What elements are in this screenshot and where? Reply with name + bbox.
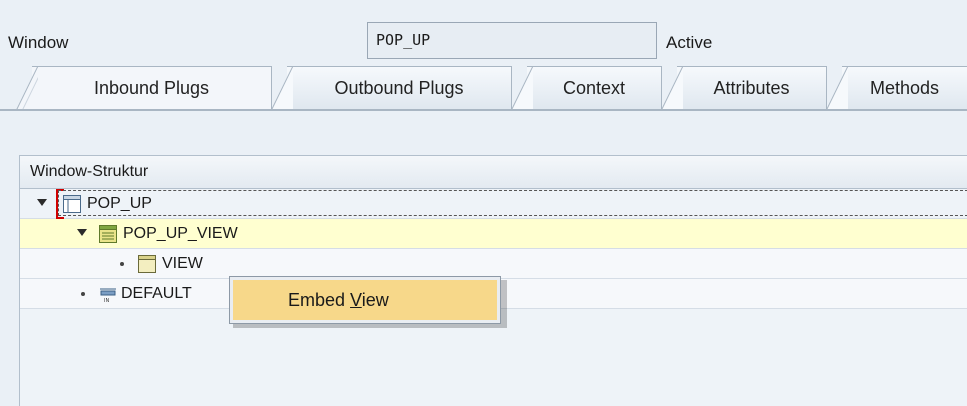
- tab-label: Attributes: [713, 78, 790, 98]
- status-text: Active: [666, 33, 713, 52]
- tree-node-pop-up-view[interactable]: POP_UP_VIEW: [20, 219, 967, 249]
- tab-context[interactable]: Context: [511, 66, 662, 111]
- tab-label: Methods: [869, 78, 940, 98]
- menu-item-label-end: iew: [361, 290, 389, 310]
- tab-divider: [0, 109, 967, 111]
- menu-item-label-start: Embed: [288, 290, 351, 310]
- tab-slant-icon: [511, 66, 533, 111]
- tab-label: Context: [562, 78, 626, 98]
- tab-methods[interactable]: Methods: [826, 66, 967, 111]
- menu-item-mnemonic: V: [350, 290, 362, 310]
- tab-slant-icon: [271, 66, 293, 111]
- window-icon: [63, 195, 81, 213]
- tab-label: Outbound Plugs: [334, 78, 464, 98]
- tab-inbound-plugs[interactable]: Inbound Plugs: [16, 66, 272, 111]
- tree-node-label: POP_UP_VIEW: [123, 225, 238, 242]
- tree-node-pop-up[interactable]: POP_UP: [20, 189, 967, 219]
- window-editor: Window POP_UP Active Inbound Plugs Outbo…: [0, 0, 967, 406]
- tab-slant-icon: [826, 66, 848, 111]
- menu-item-embed-view[interactable]: Embed View: [233, 280, 497, 320]
- leaf-bullet-icon: [81, 292, 85, 296]
- tree-node-label: VIEW: [162, 255, 203, 272]
- tree-node-label: POP_UP: [87, 195, 152, 212]
- view-container-icon: [138, 255, 156, 273]
- tree-node-view[interactable]: VIEW: [20, 249, 967, 279]
- tab-label: Inbound Plugs: [93, 78, 210, 98]
- context-menu: Embed View: [229, 276, 501, 324]
- inbound-plug-icon: IN: [100, 288, 116, 303]
- tab-outbound-plugs[interactable]: Outbound Plugs: [271, 66, 512, 111]
- expand-toggle-icon[interactable]: [37, 199, 47, 206]
- window-header: Window POP_UP Active: [0, 22, 967, 62]
- focus-outline: [58, 190, 967, 216]
- tab-strip: Inbound Plugs Outbound Plugs Context Att…: [0, 66, 967, 112]
- view-icon: [99, 225, 117, 243]
- svg-text:IN: IN: [104, 298, 109, 303]
- expand-toggle-icon[interactable]: [77, 229, 87, 236]
- tab-slant-icon: [16, 66, 38, 111]
- tab-attributes[interactable]: Attributes: [661, 66, 827, 111]
- tab-slant-icon: [661, 66, 683, 111]
- window-name-field[interactable]: POP_UP: [367, 22, 657, 59]
- leaf-bullet-icon: [120, 262, 124, 266]
- tree-node-label: DEFAULT: [121, 285, 192, 302]
- window-label: Window: [8, 33, 69, 52]
- panel-title: Window-Struktur: [20, 156, 967, 189]
